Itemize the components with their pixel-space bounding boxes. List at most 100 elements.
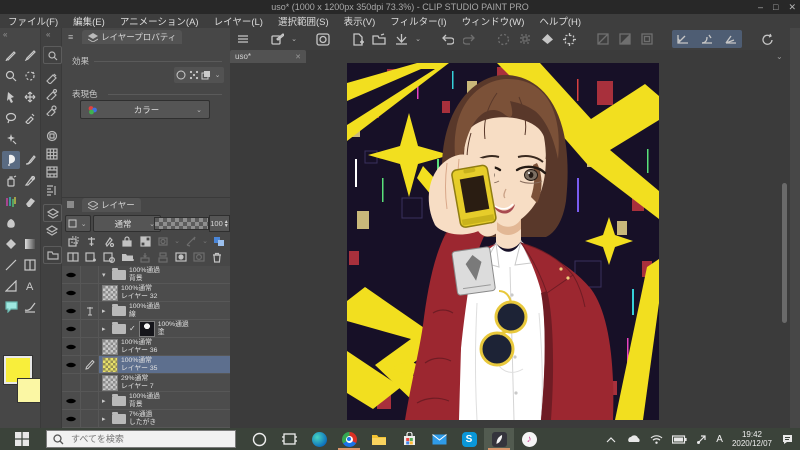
- layer-row[interactable]: ▸ 100%通過線: [62, 302, 230, 320]
- menu-file[interactable]: ファイル(F): [8, 14, 58, 28]
- layer-row[interactable]: ▸ 100%通過 背景: [62, 392, 230, 410]
- layer-comp-icon[interactable]: [43, 204, 62, 222]
- canvas-collapse-icon[interactable]: ⌄: [776, 52, 783, 61]
- menu-view[interactable]: 表示(V): [344, 14, 376, 28]
- new-folder-icon[interactable]: [119, 250, 135, 264]
- tool-blend-icon[interactable]: [2, 214, 20, 232]
- new-file-icon[interactable]: [348, 31, 366, 47]
- close-button[interactable]: ✕: [788, 2, 796, 13]
- open-file-icon[interactable]: [370, 31, 388, 47]
- expand-icon[interactable]: ▸: [102, 397, 109, 405]
- sub-tool-c-icon[interactable]: [43, 102, 60, 118]
- main-menu-icon[interactable]: [234, 31, 252, 47]
- mail-button[interactable]: [424, 428, 454, 450]
- pen-settings-icon[interactable]: [268, 31, 286, 47]
- tool-correct-line-icon[interactable]: [21, 298, 39, 316]
- reference-layer-icon[interactable]: [83, 234, 99, 248]
- canvas-tab[interactable]: uso* ✕: [230, 50, 306, 63]
- lock-transparent-icon[interactable]: [137, 234, 153, 248]
- extract-line-effect-icon[interactable]: [201, 70, 211, 80]
- layer-row[interactable]: 29%通常 レイヤー 7: [62, 374, 230, 392]
- tool-palette-collapse-icon[interactable]: «: [3, 30, 7, 39]
- tool-pen-icon[interactable]: [2, 46, 20, 64]
- hidden-icons-chevron-icon[interactable]: [606, 436, 616, 443]
- enable-mask-icon[interactable]: [155, 234, 171, 248]
- menu-help[interactable]: ヘルプ(H): [539, 14, 581, 28]
- expand-icon[interactable]: ▸: [102, 415, 109, 423]
- tool-glitch-brush-icon[interactable]: [2, 193, 20, 211]
- navigator-icon[interactable]: [43, 46, 62, 64]
- snap-to-special-ruler-icon[interactable]: [698, 31, 716, 47]
- lock-layer-icon[interactable]: [119, 234, 135, 248]
- tool-pencil-icon[interactable]: [21, 46, 39, 64]
- menu-window[interactable]: ウィンドウ(W): [462, 14, 525, 28]
- onedrive-icon[interactable]: [625, 434, 641, 444]
- tool-frame-border-icon[interactable]: [21, 256, 39, 274]
- layer-property-tab[interactable]: レイヤープロパティ: [82, 30, 183, 44]
- tool-eraser-icon[interactable]: [21, 193, 39, 211]
- layer-row[interactable]: 100%通常 レイヤー 36: [62, 338, 230, 356]
- draft-layer-icon[interactable]: [101, 234, 117, 248]
- timeline-icon[interactable]: [43, 164, 60, 180]
- opacity-slider[interactable]: [154, 217, 209, 230]
- chrome-button[interactable]: [334, 428, 364, 450]
- panel-menu-icon[interactable]: ≡: [68, 32, 73, 42]
- layer-row[interactable]: ▾ 100%通過 背景: [62, 266, 230, 284]
- expand-icon[interactable]: ▸: [102, 325, 109, 333]
- visibility-icon[interactable]: [65, 307, 77, 315]
- maximize-button[interactable]: □: [773, 2, 778, 12]
- blend-mode-dropdown[interactable]: 通常 ⌄: [93, 215, 161, 232]
- transfer-down-icon[interactable]: [137, 250, 153, 264]
- title-bar[interactable]: uso* (1000 x 1200px 350dpi 73.3%) - CLIP…: [0, 0, 800, 14]
- menu-animation[interactable]: アニメーション(A): [120, 14, 199, 28]
- skype-button[interactable]: S: [454, 428, 484, 450]
- deselect-icon[interactable]: [494, 31, 512, 47]
- snap-to-ruler-icon[interactable]: [674, 31, 692, 47]
- ime-mode-indicator[interactable]: A: [716, 434, 723, 445]
- tool-text-icon[interactable]: A: [21, 277, 39, 295]
- menu-edit[interactable]: 編集(E): [73, 14, 105, 28]
- menu-layer[interactable]: レイヤー(L): [214, 14, 263, 28]
- sub-view-icon[interactable]: [43, 182, 60, 198]
- task-view-button[interactable]: [274, 428, 304, 450]
- delete-layer-icon[interactable]: [209, 250, 225, 264]
- minimize-button[interactable]: –: [758, 2, 763, 12]
- tool-airbrush-icon[interactable]: [2, 172, 20, 190]
- selection-border-icon[interactable]: [638, 31, 656, 47]
- invert-selection-icon[interactable]: [616, 31, 634, 47]
- expression-color-dropdown[interactable]: カラー ⌄: [80, 100, 210, 119]
- layer-row[interactable]: ▸ 7%通過 したがき: [62, 410, 230, 428]
- palette-color-dropdown[interactable]: ⌄: [65, 215, 91, 232]
- combine-down-icon[interactable]: [155, 250, 171, 264]
- tone-effect-icon[interactable]: [189, 70, 199, 80]
- reselect-icon[interactable]: [516, 31, 534, 47]
- tool-balloon-icon[interactable]: [2, 298, 20, 316]
- opacity-stepper-icon[interactable]: ▲ ▼: [224, 219, 229, 228]
- new-raster-layer-icon[interactable]: [83, 250, 99, 264]
- visibility-icon[interactable]: [65, 361, 77, 369]
- wifi-icon[interactable]: [650, 434, 663, 444]
- color-set-icon[interactable]: [43, 146, 60, 162]
- tool-fill-icon[interactable]: [2, 235, 20, 253]
- material-icon[interactable]: [43, 246, 62, 264]
- battery-icon[interactable]: [672, 434, 687, 444]
- start-button[interactable]: [0, 428, 44, 450]
- visibility-icon[interactable]: [65, 289, 77, 297]
- tool-eyedropper-icon[interactable]: [21, 109, 39, 127]
- search-input[interactable]: [69, 433, 213, 445]
- layer-search-icon[interactable]: [43, 222, 60, 238]
- clip-studio-icon[interactable]: [314, 31, 332, 47]
- undo-icon[interactable]: [438, 31, 456, 47]
- tool-figure-icon[interactable]: [2, 256, 20, 274]
- tool-zoom-icon[interactable]: [2, 67, 20, 85]
- fill-icon[interactable]: [538, 31, 556, 47]
- tool-auto-select-icon[interactable]: [2, 130, 20, 148]
- background-color-swatch[interactable]: [17, 378, 42, 403]
- expand-icon[interactable]: ▾: [102, 271, 109, 279]
- document-artwork[interactable]: [347, 63, 659, 420]
- layer-row[interactable]: 100%通常 レイヤー 32: [62, 284, 230, 302]
- new-layer-dialog-icon[interactable]: [101, 250, 117, 264]
- redo-icon[interactable]: [460, 31, 478, 47]
- two-pane-icon[interactable]: [65, 250, 81, 264]
- visibility-icon[interactable]: [65, 397, 77, 405]
